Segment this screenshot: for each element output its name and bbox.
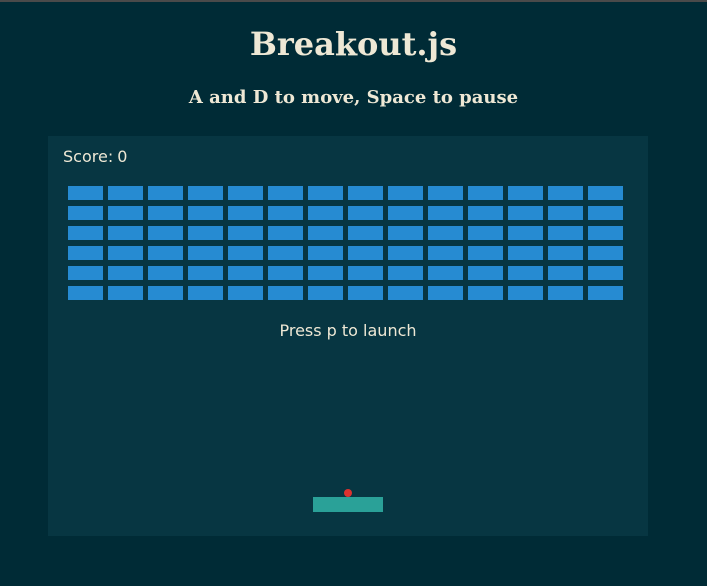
brick	[268, 206, 303, 220]
brick	[308, 266, 343, 280]
brick	[68, 246, 103, 260]
brick	[268, 266, 303, 280]
brick	[68, 226, 103, 240]
brick	[148, 206, 183, 220]
brick	[508, 186, 543, 200]
brick	[428, 286, 463, 300]
brick	[428, 246, 463, 260]
score-value: 0	[117, 147, 128, 166]
ball	[344, 489, 352, 497]
brick	[508, 226, 543, 240]
brick	[308, 206, 343, 220]
game-board[interactable]: Score: 0 Press p to launch	[48, 136, 648, 536]
brick	[188, 226, 223, 240]
brick	[428, 266, 463, 280]
brick	[468, 186, 503, 200]
brick	[428, 186, 463, 200]
brick	[348, 226, 383, 240]
brick	[468, 246, 503, 260]
brick	[428, 206, 463, 220]
brick	[548, 266, 583, 280]
brick	[348, 266, 383, 280]
brick	[468, 266, 503, 280]
brick	[548, 246, 583, 260]
brick	[348, 186, 383, 200]
brick	[68, 186, 103, 200]
brick	[388, 286, 423, 300]
brick	[228, 246, 263, 260]
brick	[228, 286, 263, 300]
brick	[268, 226, 303, 240]
brick	[188, 266, 223, 280]
brick	[548, 286, 583, 300]
brick	[388, 266, 423, 280]
brick	[548, 186, 583, 200]
brick	[268, 186, 303, 200]
brick	[388, 206, 423, 220]
brick	[348, 206, 383, 220]
brick	[468, 286, 503, 300]
paddle[interactable]	[313, 497, 383, 512]
brick	[588, 286, 623, 300]
launch-message: Press p to launch	[279, 321, 417, 340]
brick	[428, 226, 463, 240]
brick	[108, 226, 143, 240]
brick	[308, 186, 343, 200]
brick	[188, 186, 223, 200]
brick	[228, 266, 263, 280]
brick	[108, 246, 143, 260]
brick	[588, 226, 623, 240]
brick	[188, 206, 223, 220]
brick	[548, 226, 583, 240]
brick	[508, 246, 543, 260]
brick	[588, 186, 623, 200]
brick	[548, 206, 583, 220]
brick	[148, 186, 183, 200]
brick	[508, 206, 543, 220]
brick	[308, 246, 343, 260]
brick	[148, 266, 183, 280]
brick	[228, 186, 263, 200]
brick	[188, 246, 223, 260]
brick	[148, 246, 183, 260]
brick	[68, 266, 103, 280]
brick	[308, 226, 343, 240]
brick	[228, 206, 263, 220]
brick	[148, 286, 183, 300]
brick	[388, 246, 423, 260]
brick	[348, 246, 383, 260]
brick	[228, 226, 263, 240]
brick	[388, 186, 423, 200]
brick	[308, 286, 343, 300]
brick	[108, 186, 143, 200]
brick	[348, 286, 383, 300]
brick	[468, 206, 503, 220]
brick	[188, 286, 223, 300]
brick	[388, 226, 423, 240]
brick	[588, 246, 623, 260]
game-title: Breakout.js	[249, 25, 458, 63]
brick	[108, 266, 143, 280]
brick	[468, 226, 503, 240]
brick	[268, 246, 303, 260]
brick	[108, 286, 143, 300]
brick	[108, 206, 143, 220]
brick	[148, 226, 183, 240]
game-instructions: A and D to move, Space to pause	[188, 87, 519, 108]
brick	[68, 206, 103, 220]
brick	[268, 286, 303, 300]
brick	[588, 266, 623, 280]
brick	[508, 286, 543, 300]
brick	[588, 206, 623, 220]
score-label: Score:	[63, 147, 114, 166]
brick	[508, 266, 543, 280]
score-display: Score: 0	[63, 147, 127, 167]
brick	[68, 286, 103, 300]
